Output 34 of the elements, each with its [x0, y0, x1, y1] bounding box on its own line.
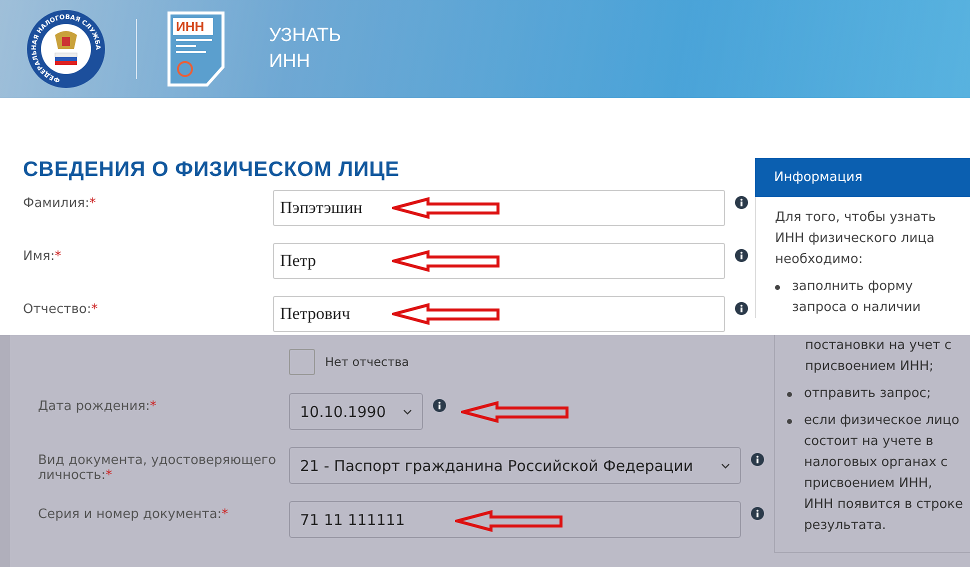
info-panel-header: Информация — [755, 158, 970, 197]
dropdown[interactable]: 21 - Паспорт гражданина Российской Федерации — [289, 447, 741, 484]
info-icon[interactable] — [433, 399, 446, 412]
page-title: УЗНАТЬ ИНН — [269, 24, 342, 74]
field-label: Вид документа, удостоверяющего личность:* — [38, 452, 278, 483]
bullet-icon — [787, 419, 792, 424]
chevron-icon — [403, 408, 412, 414]
info-text: отправить запрос; — [804, 385, 931, 403]
info-text: постановки на учет с присвоением ИНН; — [804, 337, 953, 376]
chevron-icon — [721, 462, 730, 468]
field-label: Фамилия:* — [23, 195, 97, 211]
document-icon: ИНН — [167, 11, 225, 87]
input-field[interactable]: Петр — [273, 243, 725, 279]
bullet-icon — [787, 392, 792, 397]
checkbox-label: Нет отчества — [325, 355, 410, 369]
info-icon[interactable] — [735, 196, 748, 209]
field-label: Отчество:* — [23, 301, 99, 317]
field-label: Серия и номер документа:* — [38, 506, 230, 522]
input-field[interactable]: Пэпэтэшин — [273, 190, 725, 226]
info-icon[interactable] — [751, 453, 764, 466]
info-icon[interactable] — [751, 507, 764, 520]
date-field[interactable]: 10.10.1990 — [289, 393, 423, 430]
bullet-icon — [775, 285, 780, 290]
info-text: Для того, чтобы узнать ИНН физического лица необходимо: — [775, 209, 937, 269]
info-icon[interactable] — [735, 249, 748, 262]
section-title: СВЕДЕНИЯ О ФИЗИЧЕСКОМ ЛИЦЕ — [23, 158, 401, 182]
input-field[interactable]: Петрович — [273, 296, 725, 332]
info-text: заполнить форму запроса о наличии — [792, 278, 922, 317]
checkbox[interactable] — [289, 349, 315, 375]
field-label: Имя:* — [23, 248, 62, 264]
field-label: Дата рождения:* — [38, 398, 158, 414]
input-field[interactable]: 71 11 111111 — [289, 501, 741, 538]
info-icon[interactable] — [735, 302, 748, 315]
info-text: если физическое лицо состоит на учете в налоговых органах с присвоением ИНН, ИНН появится в строке результата. — [804, 412, 964, 535]
